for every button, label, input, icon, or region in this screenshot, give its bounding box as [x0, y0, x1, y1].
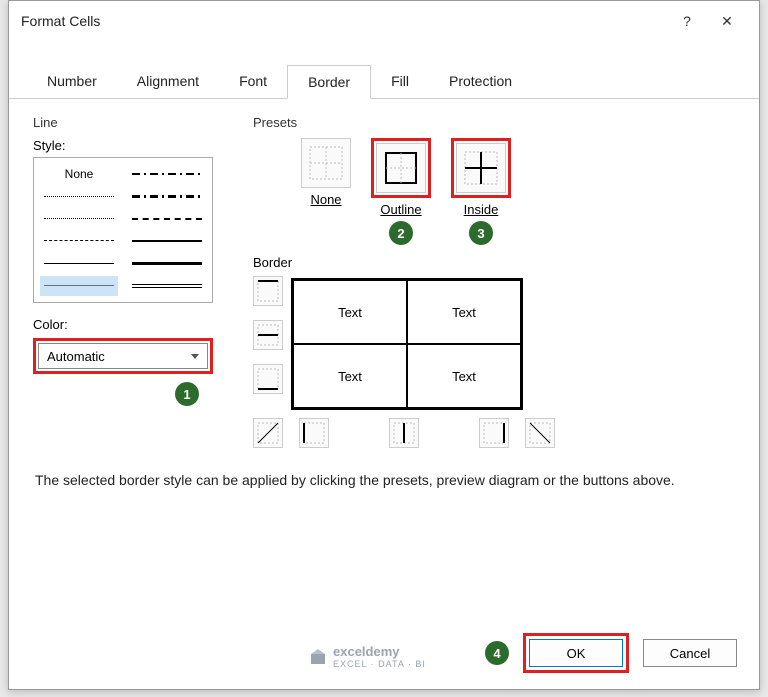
- tab-protection[interactable]: Protection: [429, 65, 532, 98]
- line-section-title: Line: [33, 115, 233, 130]
- preview-cell: Text: [407, 280, 521, 344]
- line-style-double[interactable]: [128, 276, 206, 296]
- format-cells-dialog: Format Cells ? ✕ Number Alignment Font B…: [8, 0, 760, 690]
- border-left-icon: [303, 422, 325, 444]
- preset-inside-button[interactable]: [456, 143, 506, 193]
- annotation-badge-3: 3: [469, 221, 493, 245]
- tab-fill[interactable]: Fill: [371, 65, 429, 98]
- preset-inside-label: Inside: [451, 202, 511, 217]
- preview-cell: Text: [407, 344, 521, 408]
- tab-strip: Number Alignment Font Border Fill Protec…: [9, 53, 759, 99]
- border-diag-down-button[interactable]: [525, 418, 555, 448]
- border-section-title: Border: [253, 255, 735, 270]
- preview-cell: Text: [293, 344, 407, 408]
- border-right-icon: [483, 422, 505, 444]
- cancel-button[interactable]: Cancel: [643, 639, 737, 667]
- preset-outline-label: Outline: [371, 202, 431, 217]
- line-style-thick[interactable]: [128, 253, 206, 273]
- border-left-button[interactable]: [299, 418, 329, 448]
- border-top-icon: [257, 280, 279, 302]
- watermark: exceldemy EXCEL · DATA · BI: [309, 644, 426, 669]
- tab-border[interactable]: Border: [287, 65, 371, 99]
- border-hmiddle-icon: [257, 324, 279, 346]
- close-button[interactable]: ✕: [707, 6, 747, 36]
- line-style-dotted2[interactable]: [40, 209, 118, 229]
- line-style-dotted[interactable]: [40, 186, 118, 206]
- preview-cell: Text: [293, 280, 407, 344]
- border-top-button[interactable]: [253, 276, 283, 306]
- watermark-sub: EXCEL · DATA · BI: [333, 659, 426, 669]
- line-section: Line Style: None Color: Automatic 1: [33, 115, 233, 448]
- annotation-badge-2: 2: [389, 221, 413, 245]
- style-label: Style:: [33, 138, 233, 153]
- border-hmiddle-button[interactable]: [253, 320, 283, 350]
- tab-font[interactable]: Font: [219, 65, 287, 98]
- preset-none-icon: [309, 146, 343, 180]
- line-style-thin[interactable]: [40, 253, 118, 273]
- line-style-dashdot2[interactable]: [128, 186, 206, 206]
- titlebar: Format Cells ? ✕: [9, 1, 759, 41]
- border-bottom-button[interactable]: [253, 364, 283, 394]
- description-text: The selected border style can be applied…: [9, 464, 759, 497]
- tab-number[interactable]: Number: [27, 65, 117, 98]
- preset-outline-icon: [384, 151, 418, 185]
- preset-none-button[interactable]: [301, 138, 351, 188]
- dialog-title: Format Cells: [21, 13, 100, 29]
- line-style-none[interactable]: None: [40, 164, 118, 184]
- preset-outline-button[interactable]: [376, 143, 426, 193]
- border-vmiddle-icon: [393, 422, 415, 444]
- border-bottom-icon: [257, 368, 279, 390]
- line-style-dashed-thick[interactable]: [128, 209, 206, 229]
- line-style-dashdot[interactable]: [128, 164, 206, 184]
- presets-title: Presets: [253, 115, 735, 130]
- border-vmiddle-button[interactable]: [389, 418, 419, 448]
- dialog-footer: 4 OK Cancel: [485, 633, 737, 673]
- line-style-list[interactable]: None: [33, 157, 213, 303]
- color-label: Color:: [33, 317, 233, 332]
- watermark-name: exceldemy: [333, 644, 426, 659]
- presets-section: Presets None Outline 2: [253, 115, 735, 448]
- border-diag-down-icon: [529, 422, 551, 444]
- watermark-icon: [309, 648, 327, 666]
- annotation-badge-4: 4: [485, 641, 509, 665]
- tab-alignment[interactable]: Alignment: [117, 65, 219, 98]
- border-right-button[interactable]: [479, 418, 509, 448]
- ok-button[interactable]: OK: [529, 639, 623, 667]
- line-style-dashed[interactable]: [40, 231, 118, 251]
- border-diag-up-icon: [257, 422, 279, 444]
- preset-none-label: None: [301, 192, 351, 207]
- line-style-medium[interactable]: [128, 231, 206, 251]
- annotation-badge-1: 1: [175, 382, 199, 406]
- color-dropdown[interactable]: Automatic: [38, 343, 208, 369]
- line-style-hair[interactable]: [40, 276, 118, 296]
- help-button[interactable]: ?: [667, 6, 707, 36]
- preset-inside-icon: [464, 151, 498, 185]
- border-preview[interactable]: Text Text Text Text: [291, 278, 523, 410]
- border-diag-up-button[interactable]: [253, 418, 283, 448]
